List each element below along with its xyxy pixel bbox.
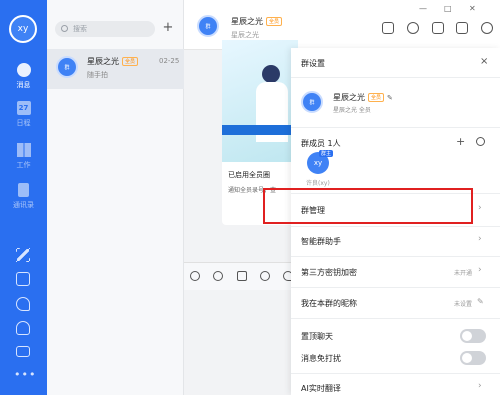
status-badge: 全员 bbox=[368, 93, 385, 102]
emoji-icon[interactable] bbox=[213, 271, 223, 281]
maximize-button[interactable]: □ bbox=[444, 4, 452, 13]
avatar[interactable]: 群 bbox=[301, 91, 323, 113]
phone-icon[interactable] bbox=[16, 297, 30, 311]
edit-icon[interactable]: ✎ bbox=[477, 297, 484, 306]
megaphone-icon[interactable] bbox=[382, 22, 394, 34]
minimize-button[interactable]: — bbox=[419, 4, 427, 13]
cloud-icon[interactable] bbox=[16, 321, 30, 335]
thumbs-up-icon[interactable] bbox=[237, 271, 247, 281]
panel-title: 群设置 bbox=[301, 59, 325, 68]
gif-icon[interactable] bbox=[190, 271, 200, 281]
edit-icon[interactable]: ✎ bbox=[387, 94, 393, 102]
sidebar-item-work[interactable]: 工作 bbox=[0, 143, 47, 170]
avatar: 群 bbox=[56, 56, 78, 78]
search-icon bbox=[61, 25, 68, 32]
member-name: 许良(xy) bbox=[306, 180, 330, 187]
highlight-box bbox=[263, 188, 473, 224]
scissors-icon[interactable] bbox=[260, 271, 270, 281]
sidebar-item-label: 通讯录 bbox=[13, 201, 34, 209]
grid-apps-icon bbox=[16, 143, 31, 157]
sidebar-item-label: 消息 bbox=[16, 81, 31, 89]
owner-tag: 群主 bbox=[319, 150, 334, 157]
card-title: 已启用全员圈 bbox=[228, 171, 270, 179]
close-window-button[interactable]: ✕ bbox=[469, 4, 476, 13]
plus-circle-icon[interactable] bbox=[481, 22, 493, 34]
divider bbox=[291, 77, 500, 78]
chat-subtitle: 星辰之光 bbox=[231, 31, 259, 39]
status-badge: 全员 bbox=[266, 17, 283, 26]
chat-bubble-icon bbox=[16, 63, 31, 77]
conversation-name: 星辰之光 全员 bbox=[87, 56, 139, 67]
chevron-right-icon: › bbox=[478, 203, 482, 213]
sidebar-item-label: 工作 bbox=[16, 161, 31, 169]
pin-chat-row: 置顶聊天 bbox=[301, 332, 333, 341]
chevron-right-icon: › bbox=[478, 381, 482, 391]
conversation-preview: 随手拍 bbox=[87, 71, 108, 79]
clock-icon[interactable] bbox=[407, 22, 419, 34]
add-button[interactable]: + bbox=[160, 20, 176, 36]
close-icon[interactable]: × bbox=[480, 56, 488, 67]
chat-title: 星辰之光 全员 bbox=[231, 16, 283, 27]
pin-chat-toggle[interactable] bbox=[460, 329, 486, 343]
chevron-right-icon: › bbox=[478, 265, 482, 275]
divider bbox=[291, 318, 500, 319]
lightning-icon[interactable] bbox=[16, 248, 30, 262]
add-member-icon[interactable]: + bbox=[456, 135, 465, 148]
status-badge: 全员 bbox=[122, 57, 139, 66]
sidebar-item-messages[interactable]: 消息 bbox=[0, 63, 47, 90]
encryption-row[interactable]: 第三方密钥加密 bbox=[301, 267, 357, 278]
mute-toggle[interactable] bbox=[460, 351, 486, 365]
divider bbox=[291, 226, 500, 227]
conversation-time: 02-25 bbox=[159, 57, 180, 65]
avatar[interactable]: 群 bbox=[197, 15, 219, 37]
mute-row: 消息免打扰 bbox=[301, 354, 341, 363]
nickname-row[interactable]: 我在本群的昵称 bbox=[301, 298, 357, 309]
ai-translate-row[interactable]: AI实时翻译 bbox=[301, 383, 341, 394]
sidebar-item-contacts[interactable]: 通讯录 bbox=[0, 183, 47, 210]
group-subtitle: 星辰之光 全员 bbox=[333, 107, 371, 114]
calendar-icon: 27 bbox=[16, 101, 31, 115]
mail-icon[interactable] bbox=[16, 346, 30, 357]
members-label: 群成员 1人 bbox=[301, 139, 341, 148]
nickname-value: 未设置 bbox=[453, 301, 472, 308]
sidebar-item-schedule[interactable]: 27 日程 bbox=[0, 101, 47, 128]
calendar-video-icon[interactable] bbox=[456, 22, 468, 34]
group-name: 星辰之光 全员 ✎ bbox=[333, 93, 393, 102]
cube-icon[interactable] bbox=[16, 272, 30, 286]
smart-assistant-row[interactable]: 智能群助手 bbox=[301, 236, 341, 247]
more-icon[interactable]: ••• bbox=[14, 368, 36, 381]
divider bbox=[291, 127, 500, 128]
encryption-status: 未开通 bbox=[453, 270, 472, 277]
card-illustration bbox=[222, 40, 298, 162]
contacts-book-icon bbox=[18, 183, 29, 197]
search-icon[interactable] bbox=[476, 137, 485, 146]
divider bbox=[291, 287, 500, 288]
search-input[interactable]: 搜索 bbox=[55, 21, 155, 37]
sidebar-item-label: 日程 bbox=[16, 119, 31, 127]
divider bbox=[291, 256, 500, 257]
divider bbox=[291, 373, 500, 374]
chevron-right-icon: › bbox=[478, 234, 482, 244]
user-avatar[interactable]: xy bbox=[9, 15, 37, 43]
folder-icon[interactable] bbox=[432, 22, 444, 34]
